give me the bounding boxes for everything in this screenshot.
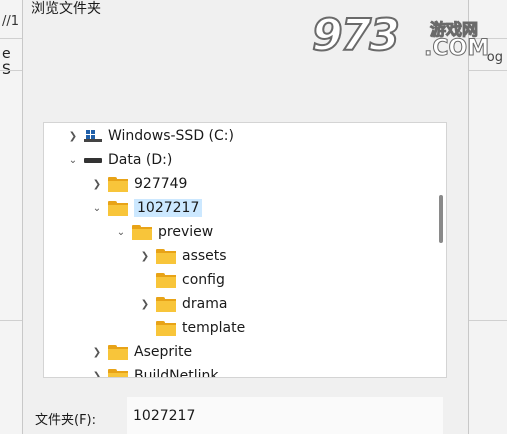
tree-item-label: preview [158, 224, 214, 240]
folder-field-label: 文件夹(F): [35, 413, 97, 428]
tree-item-label: BuildNetlink [134, 368, 219, 378]
dialog-title: 浏览文件夹 [31, 1, 101, 17]
tree-item-927749[interactable]: ❯ 927749 [90, 172, 188, 196]
watermark-com-text: .COM [423, 36, 490, 62]
tree-item-preview[interactable]: ⌄ preview [114, 220, 213, 244]
chevron-down-icon[interactable]: ⌄ [114, 227, 128, 238]
tree-item-buildnetlink[interactable]: ❯ BuildNetlink [90, 364, 219, 378]
background-window-left: //1 e S [0, 0, 23, 434]
drive-icon [84, 157, 102, 163]
tree-item-label: drama [182, 296, 228, 312]
folder-icon [156, 320, 176, 336]
screen: //1 e S og 浏览文件夹 ❯ Windows-SSD (C:) ⌄ Da… [0, 0, 507, 434]
divider [467, 320, 507, 321]
tree-item-windows-ssd[interactable]: ❯ Windows-SSD (C:) [66, 124, 234, 148]
background-url-fragment: //1 [2, 14, 20, 29]
folder-icon [156, 272, 176, 288]
chevron-right-icon[interactable]: ❯ [138, 251, 152, 262]
folder-icon [156, 248, 176, 264]
chevron-down-icon[interactable]: ⌄ [90, 203, 104, 214]
chevron-right-icon[interactable]: ❯ [66, 131, 80, 142]
windows-drive-icon [84, 130, 102, 142]
chevron-down-icon[interactable]: ⌄ [66, 155, 80, 166]
divider [0, 320, 22, 321]
chevron-right-icon[interactable]: ❯ [90, 347, 104, 358]
chevron-right-icon[interactable]: ❯ [138, 299, 152, 310]
tree-item-label: config [182, 272, 225, 288]
folder-icon [108, 344, 128, 360]
site-watermark-logo: 973 游戏网 .COM [311, 6, 492, 66]
divider [0, 70, 22, 71]
tree-item-aseprite[interactable]: ❯ Aseprite [90, 340, 192, 364]
divider [467, 70, 507, 71]
folder-icon [108, 368, 128, 377]
watermark-digits: 973 [311, 9, 401, 62]
folder-icon [132, 224, 152, 240]
tree-item-1027217[interactable]: ⌄ 1027217 [90, 196, 203, 220]
background-text-fragment: e S [2, 46, 11, 78]
tree-item-label: Windows-SSD (C:) [108, 128, 234, 144]
chevron-right-icon[interactable]: ❯ [90, 371, 104, 378]
divider [0, 38, 22, 39]
tree-item-config[interactable]: ❯ config [138, 268, 225, 292]
tree-item-label: 927749 [134, 176, 188, 192]
tree-item-label: Aseprite [134, 344, 193, 360]
tree-item-label: template [182, 320, 246, 336]
folder-tree[interactable]: ❯ Windows-SSD (C:) ⌄ Data (D:) ❯ 927749 [43, 122, 447, 378]
tree-item-drama[interactable]: ❯ drama [138, 292, 228, 316]
folder-field[interactable] [127, 397, 443, 434]
tree-item-template[interactable]: ❯ template [138, 316, 245, 340]
tree-item-assets[interactable]: ❯ assets [138, 244, 227, 268]
chevron-right-icon[interactable]: ❯ [90, 179, 104, 190]
tree-item-label: 1027217 [134, 199, 203, 217]
tree-item-label: assets [182, 248, 227, 264]
folder-icon [156, 296, 176, 312]
tree-item-label: Data (D:) [108, 152, 173, 168]
folder-icon [108, 200, 128, 216]
folder-icon [108, 176, 128, 192]
tree-item-data-d[interactable]: ⌄ Data (D:) [66, 148, 173, 172]
tree-scrollbar[interactable] [439, 195, 443, 243]
